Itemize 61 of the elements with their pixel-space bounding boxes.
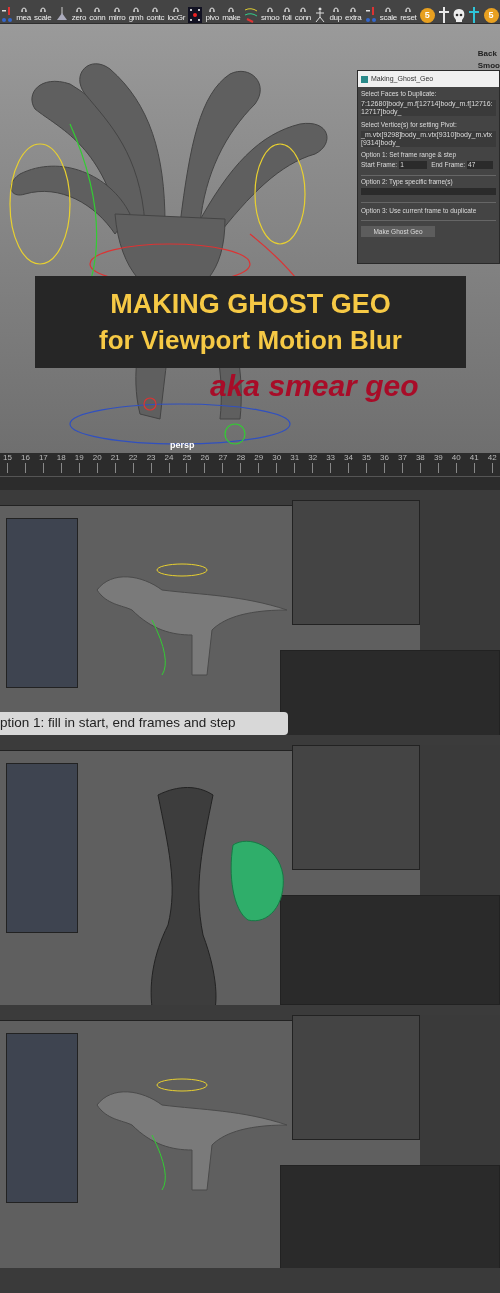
frame-number: 38	[415, 453, 425, 463]
shelf-tool-button[interactable]: scale	[34, 4, 52, 23]
banner-subtitle: aka smear geo	[210, 370, 419, 402]
skeleton-icon	[314, 7, 327, 23]
shelf-tool-button[interactable]: reset	[400, 4, 417, 23]
frame-number: 33	[326, 453, 336, 463]
app-icon	[361, 75, 368, 83]
frame-number: 16	[20, 453, 30, 463]
figure-icon	[1, 7, 13, 23]
frame-number: 23	[146, 453, 156, 463]
shelf-tool-button[interactable]: pivo	[205, 4, 219, 23]
frame-number: 21	[110, 453, 120, 463]
shelf-tool-button[interactable]: dup	[329, 4, 342, 23]
figure-icon	[364, 7, 377, 23]
frame-number: 37	[397, 453, 407, 463]
frame-number: 36	[380, 453, 389, 463]
shelf-tool-button[interactable]: mirro	[108, 4, 126, 23]
frames-field[interactable]	[361, 188, 496, 195]
frame-number: 18	[56, 453, 66, 463]
shelf-tool-button[interactable]: extra	[345, 4, 362, 23]
frame-number: 19	[74, 453, 84, 463]
frame-number: 29	[254, 453, 264, 463]
shelf-tool-button[interactable]: mea	[16, 4, 31, 23]
curves-icon	[243, 7, 258, 23]
frame-number: 24	[164, 453, 174, 463]
shelf-tool-button[interactable]: foli	[282, 4, 292, 23]
frame-number: 27	[218, 453, 228, 463]
frame-number: 28	[236, 453, 246, 463]
shelf-tool-button[interactable]: conn	[89, 4, 106, 23]
banner-title: MAKING GHOST GEO	[110, 288, 391, 321]
shelf-tool-button[interactable]: scale	[379, 4, 397, 23]
shelf-tool-button[interactable]: smoo	[260, 4, 280, 23]
frame-number: 26	[200, 453, 210, 463]
frame-number: 41	[469, 453, 479, 463]
camera-label: persp	[170, 439, 195, 452]
dice-icon	[188, 7, 203, 23]
frame-number: 35	[362, 453, 371, 463]
side-panel-label: Smoo	[477, 60, 500, 72]
timeline[interactable]: 15 16 17 18 19 20 21 22 23 24 25 26 27 28 29 30 31 32 33 34 35 36 37 38 39 40 41 42	[0, 453, 500, 490]
shelf-tool-button[interactable]: locGr	[167, 4, 185, 23]
frame-number: 39	[433, 453, 443, 463]
shelf-tool-button[interactable]: gmh	[128, 4, 144, 23]
frame-number: 40	[451, 453, 461, 463]
banner-title: for Viewport Motion Blur	[99, 324, 402, 357]
frame-number: 25	[182, 453, 192, 463]
frame-number: 15	[3, 453, 12, 463]
frame-number: 42	[487, 453, 497, 463]
frame-number: 31	[290, 453, 300, 463]
frame-number: 30	[272, 453, 282, 463]
shelf-tool-button[interactable]: zero	[71, 4, 87, 23]
shelf-tool-button[interactable]: make	[222, 4, 241, 23]
shelf-tool-button[interactable]: conn	[294, 4, 311, 23]
frame-number: 22	[128, 453, 138, 463]
frame-number: 34	[344, 453, 353, 463]
caption-text: ption 1: fill in start, end frames and step	[0, 714, 236, 733]
side-panel-label: Back	[477, 48, 498, 60]
frame-number: 20	[92, 453, 102, 463]
frame-number: 17	[38, 453, 48, 463]
frame-number: 32	[308, 453, 318, 463]
shelf-tool-button[interactable]: contc	[146, 4, 165, 23]
lamp-icon	[54, 7, 69, 23]
